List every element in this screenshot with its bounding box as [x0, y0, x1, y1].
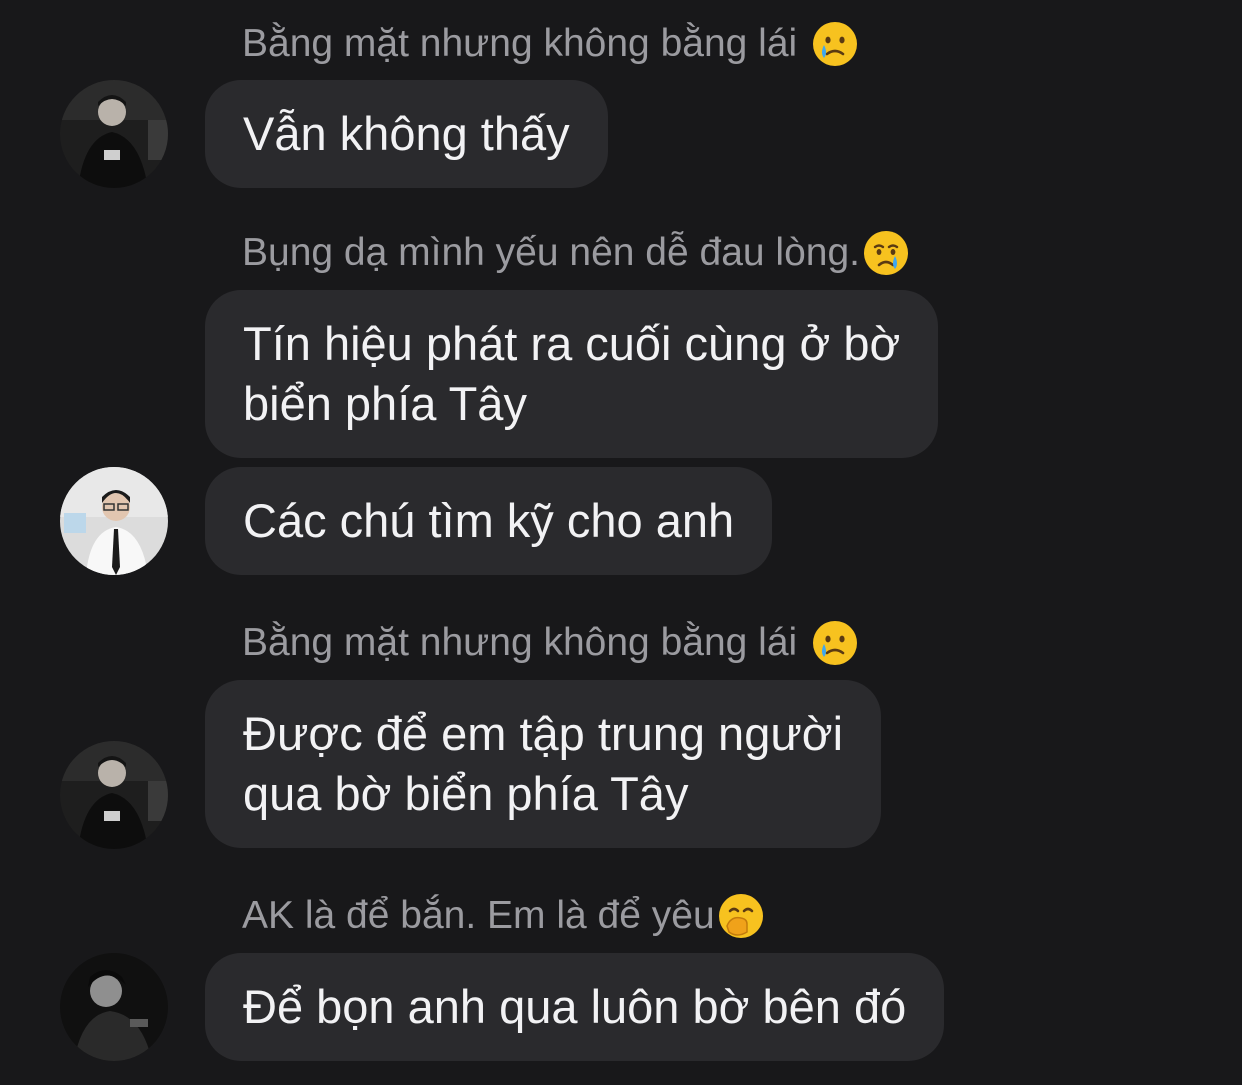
- message-text-line: Tín hiệu phát ra cuối cùng ở bờ: [243, 317, 901, 370]
- avatar-photo: [60, 80, 168, 188]
- sender-name: AK là để bắn. Em là để yêu: [242, 892, 765, 940]
- sender-name: Bụng dạ mình yếu nên dễ đau lòng.: [242, 229, 910, 277]
- avatar-photo: [60, 467, 168, 575]
- message-bubble[interactable]: Được để em tập trung người qua bờ biển p…: [205, 680, 882, 848]
- message-text: Để bọn anh qua luôn bờ bên đó: [243, 980, 907, 1033]
- avatar[interactable]: [60, 467, 168, 575]
- face-with-hand-over-mouth-emoji-icon: [718, 894, 763, 938]
- avatar-photo: [60, 953, 168, 1061]
- message-text-line: biển phía Tây: [243, 377, 527, 430]
- sender-name-text: AK là để bắn. Em là để yêu: [242, 894, 715, 937]
- message-text-line: qua bờ biển phía Tây: [243, 767, 689, 820]
- sender-name-text: Bằng mặt nhưng không bằng lái: [242, 22, 798, 65]
- message-bubble[interactable]: Tín hiệu phát ra cuối cùng ở bờ biển phí…: [205, 290, 939, 458]
- crying-face-emoji-icon: [863, 231, 908, 275]
- avatar[interactable]: [60, 953, 168, 1061]
- avatar[interactable]: [60, 741, 168, 849]
- message-bubble[interactable]: Vẫn không thấy: [205, 80, 608, 188]
- message-bubble[interactable]: Các chú tìm kỹ cho anh: [205, 467, 773, 575]
- avatar-photo: [60, 741, 168, 849]
- sender-name: Bằng mặt nhưng không bằng lái: [242, 619, 859, 667]
- crying-face-emoji-icon: [813, 621, 858, 665]
- message-text-line: Được để em tập trung người: [243, 707, 844, 760]
- sender-name-text: Bụng dạ mình yếu nên dễ đau lòng.: [242, 231, 860, 274]
- avatar[interactable]: [60, 80, 168, 188]
- message-text: Các chú tìm kỹ cho anh: [243, 494, 735, 547]
- sender-name-text: Bằng mặt nhưng không bằng lái: [242, 621, 798, 664]
- message-text: Vẫn không thấy: [243, 107, 570, 160]
- message-bubble[interactable]: Để bọn anh qua luôn bờ bên đó: [205, 953, 945, 1061]
- sender-name: Bằng mặt nhưng không bằng lái: [242, 20, 859, 68]
- crying-face-emoji-icon: [813, 22, 858, 66]
